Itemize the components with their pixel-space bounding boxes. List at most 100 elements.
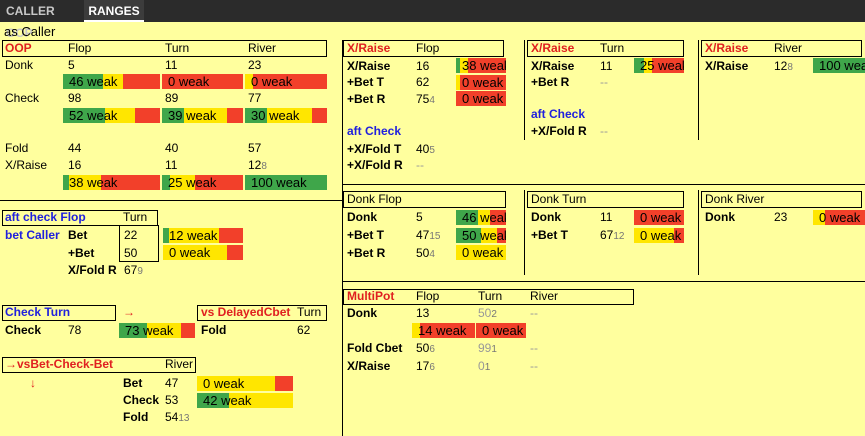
- value: 47: [165, 376, 179, 390]
- value: 53: [165, 393, 179, 407]
- row-label: X/Raise: [531, 59, 575, 73]
- row-label: Donk: [531, 210, 561, 224]
- section-title: Donk Turn: [531, 192, 587, 206]
- stat-bar[interactable]: 0 weak: [476, 323, 526, 338]
- stat-bar[interactable]: 0 weak: [813, 210, 865, 225]
- row-label: Donk: [705, 210, 735, 224]
- section-title: Check Turn: [5, 305, 71, 319]
- stat-bar[interactable]: 38 weak: [63, 175, 160, 190]
- row-label: Fold: [123, 410, 149, 424]
- stat-bar[interactable]: 50 weak: [456, 228, 506, 243]
- col-turn: Turn: [478, 289, 503, 303]
- value: 5413: [165, 410, 190, 424]
- stat-bar[interactable]: 42 weak: [197, 393, 293, 408]
- col-flop: Flop: [416, 41, 440, 55]
- stat-bar[interactable]: 14 weak: [412, 323, 475, 338]
- stat-bar[interactable]: 73 weak: [119, 323, 195, 338]
- value: 44: [68, 141, 82, 155]
- row-label: X/Raise: [347, 59, 391, 73]
- col-river: River: [530, 289, 559, 303]
- row-label: Bet: [123, 376, 143, 390]
- stat-bar[interactable]: 25 weak: [162, 175, 243, 190]
- stat-bar[interactable]: 100 weak: [813, 58, 865, 73]
- row-label: Bet: [68, 228, 88, 242]
- value: 62: [297, 323, 311, 337]
- section-title: aft check Flop: [5, 210, 86, 224]
- stat-bar[interactable]: 46 weak: [63, 74, 160, 89]
- section-title: X/Raise: [531, 41, 575, 55]
- section-title: →vsBet-Check-Bet: [5, 357, 114, 371]
- value: 991: [478, 341, 497, 355]
- stat-bar[interactable]: 0 weak: [162, 74, 243, 89]
- arrow-right-icon: →: [123, 305, 135, 319]
- value: --: [600, 75, 608, 89]
- stat-bar[interactable]: 0 weak: [634, 210, 684, 225]
- row-label: +Bet T: [531, 228, 569, 242]
- row-label: +X/Fold R: [531, 124, 587, 138]
- value: 40: [165, 141, 179, 155]
- arrow-down-icon: ↓: [30, 376, 36, 390]
- row-label: Donk: [347, 306, 377, 320]
- divider: [342, 40, 343, 436]
- divider: [524, 40, 525, 140]
- section-title: X/Raise: [705, 41, 749, 55]
- row-label: Check: [123, 393, 160, 407]
- stat-bar[interactable]: 38 weak: [456, 58, 506, 73]
- value: 89: [165, 91, 179, 105]
- section-title: vs DelayedCbet: [201, 305, 291, 319]
- stat-bar[interactable]: 0 weak: [197, 376, 293, 391]
- section-title: MultiPot: [347, 289, 395, 303]
- row-label-fold: Fold: [5, 141, 29, 155]
- row-label: X/Raise: [705, 59, 749, 73]
- col-turn: Turn: [297, 305, 322, 319]
- row-label: +Bet R: [531, 75, 570, 89]
- stat-bar[interactable]: 25 weak: [634, 58, 684, 73]
- row-label: Check: [5, 323, 42, 337]
- divider: [0, 200, 342, 201]
- divider: [342, 281, 865, 282]
- row-label: +X/Fold R: [347, 158, 403, 172]
- col-turn: Turn: [165, 41, 190, 55]
- stat-bar[interactable]: 0 weak: [456, 245, 506, 260]
- row-label: +Bet T: [347, 75, 385, 89]
- row-label: Donk: [347, 210, 377, 224]
- stat-bar[interactable]: 0 weak: [163, 245, 243, 260]
- value: --: [530, 306, 538, 320]
- col-flop: Flop: [68, 41, 92, 55]
- col-river: River: [774, 41, 803, 55]
- section-title: aft Check: [347, 124, 402, 138]
- stat-bar[interactable]: 46 weak: [456, 210, 506, 225]
- row-label-donk: Donk: [5, 58, 34, 72]
- stat-bar[interactable]: 0 weak: [634, 228, 684, 243]
- value: 50: [124, 246, 138, 260]
- stat-bar[interactable]: 0 weak: [245, 74, 327, 89]
- section-title: Donk River: [705, 192, 765, 206]
- value: 502: [478, 306, 497, 320]
- stat-bar[interactable]: 30 weak: [245, 108, 327, 123]
- stat-bar[interactable]: 0 weak: [456, 75, 506, 90]
- col-river: River: [165, 357, 194, 371]
- stat-bar[interactable]: 52 weak: [63, 108, 160, 123]
- value: 01: [478, 359, 491, 373]
- row-label: X/Raise: [347, 359, 391, 373]
- value: 128: [774, 59, 793, 73]
- tab-ranges[interactable]: RANGES: [84, 0, 144, 22]
- stat-bar[interactable]: 0 weak: [456, 91, 506, 106]
- tab-caller-oop[interactable]: CALLER OOP: [6, 0, 78, 40]
- divider: [342, 184, 865, 185]
- row-label: +Bet T: [347, 228, 385, 242]
- section-title: X/Raise: [347, 41, 391, 55]
- row-label-xraise: X/Raise: [5, 158, 48, 172]
- stat-bar[interactable]: 100 weak: [245, 175, 327, 190]
- stat-bar[interactable]: 12 weak: [163, 228, 243, 243]
- value: --: [530, 359, 538, 373]
- value: 13: [416, 306, 430, 320]
- value: 176: [416, 359, 435, 373]
- value: 11: [600, 59, 613, 73]
- stat-bar[interactable]: 39 weak: [162, 108, 243, 123]
- value: 504: [416, 246, 435, 260]
- divider: [698, 40, 699, 140]
- value: 16: [416, 59, 430, 73]
- col-river: River: [248, 41, 277, 55]
- value: 128: [248, 158, 267, 172]
